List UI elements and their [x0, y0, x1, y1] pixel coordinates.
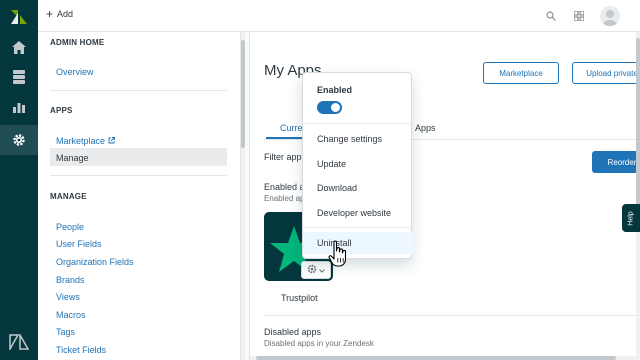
menu-item-uninstall[interactable]: Uninstall	[303, 232, 413, 254]
enabled-apps-subtitle: Enabled ap	[264, 194, 305, 203]
sidebar-item-label: Marketplace	[56, 136, 106, 146]
views-icon[interactable]	[0, 62, 38, 92]
upload-private-app-button[interactable]: Upload private	[572, 62, 640, 84]
reorder-button[interactable]: Reorder	[592, 151, 640, 173]
admin-sidebar: ADMIN HOME Overview APPS Marketplace Man…	[38, 32, 241, 360]
sidebar-item-marketplace[interactable]: Marketplace	[56, 136, 115, 146]
external-link-icon	[108, 136, 115, 146]
apps-heading: APPS	[50, 106, 73, 115]
main-scrollbar[interactable]	[636, 32, 640, 360]
sidebar-item-tags[interactable]: Tags	[56, 327, 75, 337]
sidebar-item-organization-fields[interactable]: Organization Fields	[56, 257, 134, 267]
sidebar-item-brands[interactable]: Brands	[56, 275, 85, 285]
add-button[interactable]: + Add	[46, 7, 74, 21]
divider	[50, 90, 227, 91]
zendesk-logo-icon	[9, 332, 30, 352]
help-button[interactable]: Help	[622, 204, 640, 232]
horizontal-scrollbar[interactable]	[250, 356, 640, 360]
home-icon[interactable]	[0, 32, 38, 62]
admin-home-heading: ADMIN HOME	[50, 38, 105, 47]
sidebar-item-views[interactable]: Views	[56, 292, 80, 302]
admin-gear-icon[interactable]	[0, 125, 38, 155]
menu-item-download[interactable]: Download	[303, 177, 413, 199]
scrollbar-thumb[interactable]	[636, 38, 640, 228]
add-button-label: Add	[57, 9, 74, 19]
manage-heading: MANAGE	[50, 192, 87, 201]
gear-icon	[307, 264, 317, 276]
toggle-knob	[331, 103, 340, 112]
section-divider	[264, 315, 640, 316]
search-icon[interactable]	[543, 8, 559, 24]
enabled-label: Enabled	[317, 85, 353, 95]
sidebar-item-overview[interactable]: Overview	[56, 67, 94, 77]
reporting-icon[interactable]	[0, 92, 38, 122]
sidebar-item-manage[interactable]: Manage	[56, 153, 89, 163]
product-tray-icon[interactable]	[571, 8, 587, 24]
menu-divider	[303, 123, 413, 124]
marketplace-button[interactable]: Marketplace	[483, 62, 559, 84]
hand-cursor-icon	[328, 240, 350, 268]
app-options-menu: Enabled Change settings Update Download …	[302, 72, 413, 259]
menu-divider	[303, 227, 413, 228]
top-bar: + Add	[38, 0, 640, 32]
tab-private-apps[interactable]: Apps	[415, 123, 436, 133]
app-name: Trustpilot	[281, 293, 318, 303]
tab-currently-installed[interactable]: Curre	[280, 123, 303, 133]
sidebar-item-people[interactable]: People	[56, 222, 84, 232]
scrollbar-thumb[interactable]	[256, 356, 616, 360]
divider	[50, 175, 227, 176]
menu-item-developer-website[interactable]: Developer website	[303, 202, 413, 224]
enabled-toggle[interactable]	[317, 101, 342, 114]
zendesk-support-logo[interactable]	[9, 7, 29, 27]
plus-icon: +	[46, 7, 54, 21]
product-rail	[0, 0, 38, 360]
menu-item-update[interactable]: Update	[303, 153, 413, 175]
avatar[interactable]	[600, 6, 620, 26]
app-settings-button[interactable]	[301, 261, 331, 279]
filter-apps-field[interactable]: Filter apps	[264, 152, 306, 162]
disabled-apps-subtitle: Disabled apps in your Zendesk	[264, 339, 374, 348]
sidebar-item-macros[interactable]: Macros	[56, 310, 86, 320]
chevron-down-icon	[319, 265, 325, 275]
sidebar-item-user-fields[interactable]: User Fields	[56, 239, 102, 249]
help-label: Help	[627, 210, 635, 226]
disabled-apps-title: Disabled apps	[264, 327, 322, 337]
sidebar-item-ticket-fields[interactable]: Ticket Fields	[56, 345, 106, 355]
menu-item-change-settings[interactable]: Change settings	[303, 128, 413, 150]
